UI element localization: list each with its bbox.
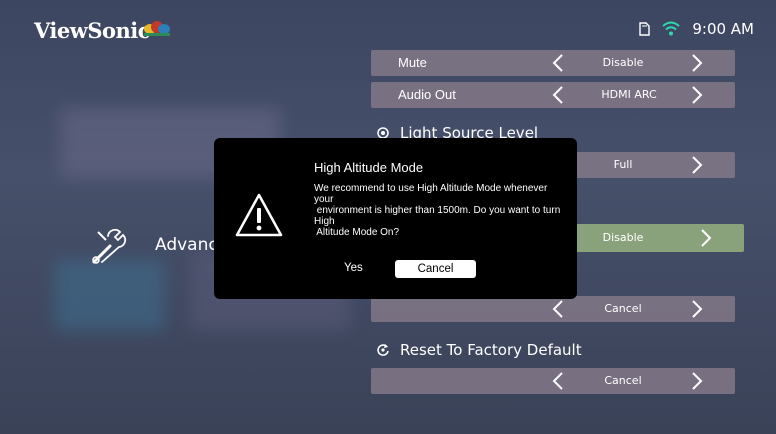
chevron-right-icon[interactable]: [691, 300, 703, 318]
chevron-right-icon[interactable]: [691, 372, 703, 390]
chevron-right-icon[interactable]: [691, 54, 703, 72]
warning-icon: [235, 193, 283, 237]
status-area: 9:00 AM: [639, 20, 754, 38]
setting-value: HDMI ARC: [601, 88, 657, 101]
dialog-title: High Altitude Mode: [314, 160, 424, 175]
dialog-message-line: environment is higher than 1500m. Do you…: [314, 205, 561, 216]
section-label: Reset To Factory Default: [400, 341, 582, 359]
tools-icon: [92, 228, 127, 264]
clock: 9:00 AM: [692, 20, 754, 38]
setting-value: Disable: [602, 56, 644, 69]
dialog-message-line: We recommend to use High Altitude Mode w…: [314, 183, 548, 194]
setting-value: Disable: [602, 231, 644, 244]
chevron-right-icon[interactable]: [691, 156, 703, 174]
dialog-message-line: Altitude Mode On?: [314, 227, 400, 238]
chevron-right-icon[interactable]: [691, 86, 703, 104]
wifi-icon: [662, 21, 681, 36]
dialog-message-line: your: [314, 194, 334, 205]
setting-value: Full: [613, 158, 633, 171]
setting-label: Audio Out: [398, 87, 456, 102]
sd-card-icon: [639, 22, 651, 36]
chevron-left-icon[interactable]: [552, 372, 564, 390]
chevron-left-icon[interactable]: [552, 300, 564, 318]
chevron-left-icon[interactable]: [552, 86, 564, 104]
setting-row-reset-factory-default[interactable]: Cancel: [371, 368, 735, 394]
setting-row-mute[interactable]: Mute Disable: [371, 50, 735, 76]
yes-button[interactable]: Yes: [344, 262, 363, 274]
dialog-message: We recommend to use High Altitude Mode w…: [314, 183, 569, 238]
setting-value: Cancel: [604, 374, 642, 387]
setting-row-reset-settings[interactable]: Cancel: [371, 296, 735, 322]
chevron-left-icon[interactable]: [552, 54, 564, 72]
high-altitude-dialog: High Altitude Mode We recommend to use H…: [214, 138, 577, 299]
background-tile: [55, 260, 165, 330]
cancel-button[interactable]: Cancel: [395, 260, 476, 278]
dialog-message-line: High: [314, 216, 335, 227]
section-reset-factory-default: Reset To Factory Default: [376, 341, 582, 359]
setting-value: Cancel: [604, 302, 642, 315]
chevron-right-icon[interactable]: [700, 229, 712, 247]
reset-icon: [377, 344, 389, 356]
setting-row-audio-out[interactable]: Audio Out HDMI ARC: [371, 82, 735, 108]
setting-label: Mute: [398, 55, 427, 70]
brand-logo: ViewSonic: [34, 18, 151, 43]
viewsonic-birds-icon: [144, 21, 170, 36]
